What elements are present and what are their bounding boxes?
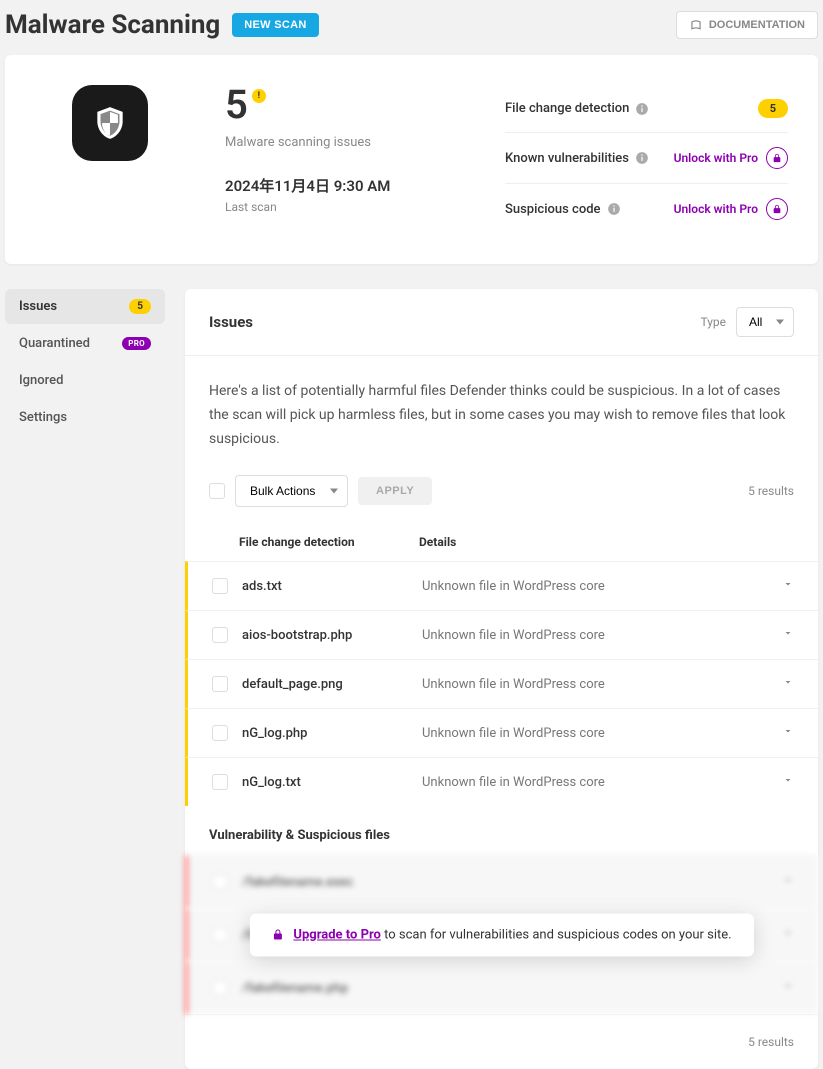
issue-row[interactable]: aios-bootstrap.php Unknown file in WordP… [185, 610, 818, 659]
documentation-button[interactable]: DOCUMENTATION [676, 11, 818, 39]
documentation-label: DOCUMENTATION [709, 19, 805, 31]
sidebar: Issues 5 Quarantined PRO Ignored Setting… [5, 289, 165, 1069]
shield-icon [72, 85, 148, 161]
chevron-down-icon[interactable] [782, 627, 794, 639]
type-filter-select[interactable]: All [736, 307, 794, 337]
issue-file-name: nG_log.php [242, 726, 422, 741]
blurred-section: /fakefilename.exec /fakefilename.sss /fa… [185, 855, 818, 1014]
blurred-row: /fakefilename.php [185, 961, 818, 1014]
chevron-down-icon[interactable] [782, 676, 794, 688]
row-checkbox[interactable] [212, 725, 228, 741]
vuln-section-title: Vulnerability & Suspicious files [185, 806, 818, 855]
unlock-pro-link[interactable]: Unlock with Pro [674, 151, 758, 165]
issue-details: Unknown file in WordPress core [422, 677, 764, 692]
last-scan-label: Last scan [225, 200, 465, 214]
issue-count-label: Malware scanning issues [225, 135, 465, 150]
upgrade-overlay: Upgrade to Pro to scan for vulnerabiliti… [249, 913, 753, 956]
chevron-down-icon[interactable] [782, 774, 794, 786]
row-checkbox[interactable] [212, 676, 228, 692]
info-icon[interactable] [635, 151, 649, 165]
sidebar-item-settings[interactable]: Settings [5, 400, 165, 435]
new-scan-button[interactable]: NEW SCAN [232, 13, 318, 37]
select-all-checkbox[interactable] [209, 483, 225, 499]
type-filter-label: Type [700, 315, 726, 329]
row-checkbox [212, 927, 228, 943]
lock-icon [766, 198, 788, 220]
issue-details: Unknown file in WordPress core [422, 775, 764, 790]
blurred-row: /fakefilename.exec [185, 855, 818, 908]
page-title: Malware Scanning [5, 10, 220, 40]
summary-card: 5 ! Malware scanning issues 2024年11月4日 9… [5, 55, 818, 264]
info-icon[interactable] [607, 202, 621, 216]
blurred-file-name: /fakefilename.php [242, 981, 422, 996]
issue-count: 5 [225, 85, 248, 125]
unlock-pro-link[interactable]: Unlock with Pro [674, 202, 758, 216]
results-count-top: 5 results [748, 484, 794, 498]
book-icon [689, 18, 703, 32]
chevron-down-icon [782, 927, 794, 939]
issue-row[interactable]: ads.txt Unknown file in WordPress core [185, 561, 818, 610]
sidebar-item-label: Ignored [19, 373, 63, 388]
issue-file-name: ads.txt [242, 579, 422, 594]
row-checkbox[interactable] [212, 627, 228, 643]
issue-row[interactable]: nG_log.txt Unknown file in WordPress cor… [185, 757, 818, 806]
chevron-down-icon[interactable] [782, 725, 794, 737]
row-checkbox[interactable] [212, 774, 228, 790]
sidebar-item-issues[interactable]: Issues 5 [5, 289, 165, 324]
results-count-bottom: 5 results [185, 1014, 818, 1069]
issue-file-name: default_page.png [242, 677, 422, 692]
issue-row[interactable]: nG_log.php Unknown file in WordPress cor… [185, 708, 818, 757]
bulk-actions-select[interactable]: Bulk Actions [235, 475, 348, 507]
panel-title: Issues [209, 313, 253, 331]
sidebar-item-label: Quarantined [19, 336, 90, 351]
row-checkbox [212, 874, 228, 890]
stat-known-vuln-label: Known vulnerabilities [505, 151, 629, 166]
sidebar-item-quarantined[interactable]: Quarantined PRO [5, 326, 165, 361]
file-change-badge: 5 [758, 99, 788, 118]
issue-file-name: aios-bootstrap.php [242, 628, 422, 643]
warning-badge-icon: ! [252, 89, 266, 103]
issue-row[interactable]: default_page.png Unknown file in WordPre… [185, 659, 818, 708]
issue-details: Unknown file in WordPress core [422, 579, 764, 594]
column-file-header: File change detection [239, 535, 419, 549]
issue-details: Unknown file in WordPress core [422, 628, 764, 643]
row-checkbox[interactable] [212, 578, 228, 594]
pro-badge: PRO [122, 337, 151, 350]
column-details-header: Details [419, 535, 764, 549]
lock-icon [766, 147, 788, 169]
lock-icon [271, 929, 283, 941]
stat-file-change-label: File change detection [505, 101, 629, 116]
upgrade-pro-link[interactable]: Upgrade to Pro [293, 927, 380, 942]
issue-file-name: nG_log.txt [242, 775, 422, 790]
issue-details: Unknown file in WordPress core [422, 726, 764, 741]
chevron-down-icon [782, 874, 794, 886]
stat-suspicious-label: Suspicious code [505, 202, 601, 217]
chevron-down-icon[interactable] [782, 578, 794, 590]
chevron-down-icon [782, 980, 794, 992]
info-icon[interactable] [635, 102, 649, 116]
row-checkbox [212, 980, 228, 996]
apply-button[interactable]: APPLY [358, 477, 432, 505]
upgrade-text: to scan for vulnerabilities and suspicio… [381, 927, 732, 942]
sidebar-item-ignored[interactable]: Ignored [5, 363, 165, 398]
last-scan-time: 2024年11月4日 9:30 AM [225, 175, 465, 196]
blurred-file-name: /fakefilename.exec [242, 875, 422, 890]
sidebar-item-label: Issues [19, 299, 57, 314]
issues-badge: 5 [129, 299, 151, 314]
sidebar-item-label: Settings [19, 410, 67, 425]
table-header: File change detection Details [185, 523, 818, 561]
panel-description: Here's a list of potentially harmful fil… [185, 356, 818, 475]
issues-panel: Issues Type All Here's a list of potenti… [185, 289, 818, 1069]
